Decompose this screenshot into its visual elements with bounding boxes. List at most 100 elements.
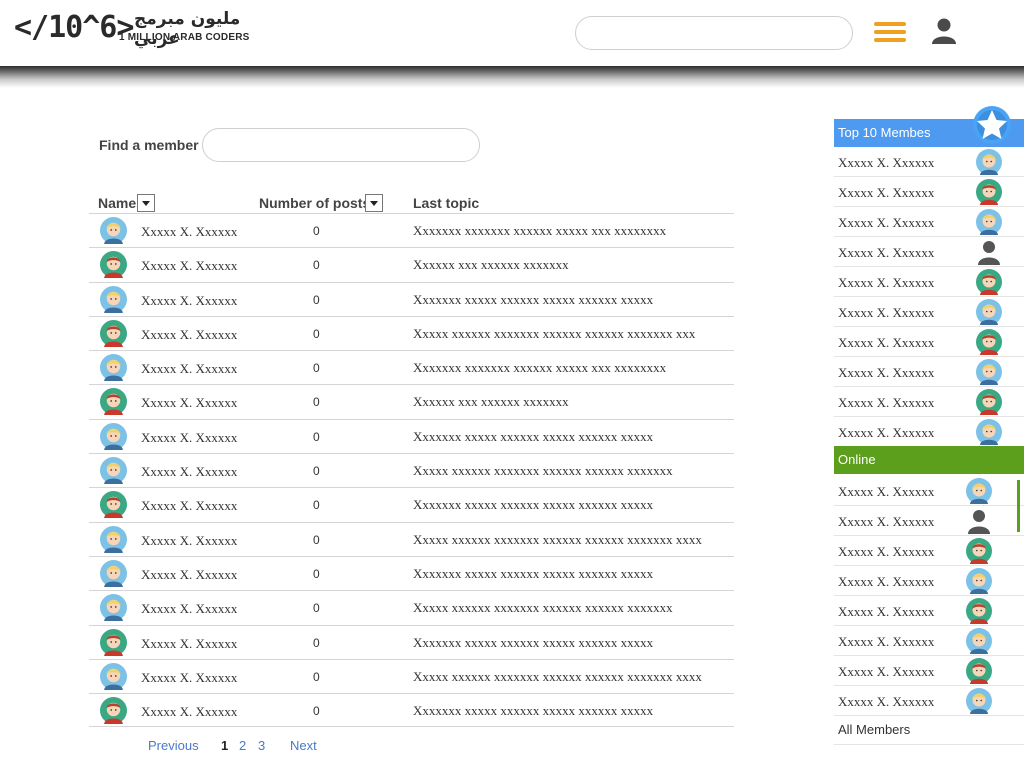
red-avatar-icon[interactable] [966,598,992,624]
sidebar-member-item[interactable]: Xxxxx X. Xxxxxx [834,476,1024,506]
sidebar-member-name[interactable]: Xxxxx X. Xxxxxx [838,215,934,231]
red-avatar-icon[interactable] [966,658,992,684]
sidebar-member-item[interactable]: Xxxxx X. Xxxxxx [834,506,1024,536]
sidebar-member-item[interactable]: Xxxxx X. Xxxxxx [834,686,1024,715]
member-name[interactable]: Xxxxx X. Xxxxxx [141,601,237,617]
table-row[interactable]: Xxxxx X. Xxxxxx 0 Xxxxxxx xxxxx xxxxxx x… [89,281,734,316]
blond-avatar-icon[interactable] [100,422,127,450]
table-row[interactable]: Xxxxx X. Xxxxxx 0 Xxxxx xxxxxx xxxxxxx x… [89,521,734,556]
last-topic-link[interactable]: Xxxxxx xxx xxxxxx xxxxxxx [413,257,569,273]
last-topic-link[interactable]: Xxxxxxx xxxxx xxxxxx xxxxx xxxxxx xxxxx [413,703,653,719]
sidebar-member-name[interactable]: Xxxxx X. Xxxxxx [838,395,934,411]
default-user-avatar-icon[interactable] [966,508,992,534]
sidebar-member-name[interactable]: Xxxxx X. Xxxxxx [838,335,934,351]
sidebar-member-item[interactable]: Xxxxx X. Xxxxxx [834,387,1024,417]
page-link-3[interactable]: 3 [258,738,265,753]
blond-avatar-icon[interactable] [100,217,127,244]
member-name[interactable]: Xxxxx X. Xxxxxx [141,704,237,720]
sidebar-member-item[interactable]: Xxxxx X. Xxxxxx [834,626,1024,656]
sidebar-member-item[interactable]: Xxxxx X. Xxxxxx [834,566,1024,596]
table-row[interactable]: Xxxxx X. Xxxxxx 0 Xxxxxxx xxxxx xxxxxx x… [89,418,734,453]
red-avatar-icon[interactable] [100,697,127,725]
last-topic-link[interactable]: Xxxxx xxxxxx xxxxxxx xxxxxx xxxxxx xxxxx… [413,463,673,479]
sort-posts-dropdown[interactable] [365,194,383,212]
member-name[interactable]: Xxxxx X. Xxxxxx [141,258,237,274]
table-row[interactable]: Xxxxx X. Xxxxxx 0 Xxxxxxx xxxxx xxxxxx x… [89,624,734,659]
sidebar-member-name[interactable]: Xxxxx X. Xxxxxx [838,544,934,560]
find-member-input[interactable] [202,128,480,162]
sidebar-member-name[interactable]: Xxxxx X. Xxxxxx [838,275,934,291]
member-name[interactable]: Xxxxx X. Xxxxxx [141,430,237,446]
member-name[interactable]: Xxxxx X. Xxxxxx [141,464,237,480]
member-name[interactable]: Xxxxx X. Xxxxxx [141,293,237,309]
table-row[interactable]: Xxxxx X. Xxxxxx 0 Xxxxxxx xxxxx xxxxxx x… [89,487,734,521]
sidebar-member-name[interactable]: Xxxxx X. Xxxxxx [838,574,934,590]
blond-avatar-icon[interactable] [976,419,1002,445]
red-avatar-icon[interactable] [966,538,992,564]
sidebar-member-name[interactable]: Xxxxx X. Xxxxxx [838,634,934,650]
red-avatar-icon[interactable] [976,389,1002,415]
sidebar-member-item[interactable]: Xxxxx X. Xxxxxx [834,596,1024,626]
sidebar-member-name[interactable]: Xxxxx X. Xxxxxx [838,305,934,321]
blond-avatar-icon[interactable] [100,354,127,382]
blond-avatar-icon[interactable] [100,457,127,485]
table-row[interactable]: Xxxxx X. Xxxxxx 0 Xxxxx xxxxxx xxxxxxx x… [89,590,734,624]
sidebar-member-item[interactable]: Xxxxx X. Xxxxxx [834,327,1024,357]
red-avatar-icon[interactable] [976,329,1002,355]
last-topic-link[interactable]: Xxxxxxx xxxxx xxxxxx xxxxx xxxxxx xxxxx [413,429,653,445]
sidebar-member-item[interactable]: Xxxxx X. Xxxxxx [834,357,1024,387]
member-name[interactable]: Xxxxx X. Xxxxxx [141,361,237,377]
table-row[interactable]: Xxxxx X. Xxxxxx 0 Xxxxxx xxx xxxxxx xxxx… [89,247,734,281]
red-avatar-icon[interactable] [100,628,127,656]
sidebar-member-name[interactable]: Xxxxx X. Xxxxxx [838,365,934,381]
blond-avatar-icon[interactable] [966,628,992,654]
blond-avatar-icon[interactable] [100,559,127,587]
sidebar-member-name[interactable]: Xxxxx X. Xxxxxx [838,245,934,261]
table-row[interactable]: Xxxxx X. Xxxxxx 0 Xxxxx xxxxxx xxxxxxx x… [89,315,734,350]
member-name[interactable]: Xxxxx X. Xxxxxx [141,567,237,583]
page-link-1[interactable]: 1 [221,738,228,753]
sidebar-member-name[interactable]: Xxxxx X. Xxxxxx [838,694,934,710]
red-avatar-icon[interactable] [100,251,127,279]
blond-avatar-icon[interactable] [976,209,1002,235]
last-topic-link[interactable]: Xxxxxxx xxxxxxx xxxxxx xxxxx xxx xxxxxxx… [413,360,666,376]
sidebar-member-name[interactable]: Xxxxx X. Xxxxxx [838,185,934,201]
table-row[interactable]: Xxxxx X. Xxxxxx 0 Xxxxxxx xxxxx xxxxxx x… [89,555,734,590]
blond-avatar-icon[interactable] [976,359,1002,385]
sidebar-member-item[interactable]: Xxxxx X. Xxxxxx [834,417,1024,447]
hamburger-menu-icon[interactable] [874,22,906,42]
table-row[interactable]: Xxxxx X. Xxxxxx 0 Xxxxxxx xxxxxxx xxxxxx… [89,213,734,247]
default-user-avatar-icon[interactable] [976,239,1002,265]
page-link-2[interactable]: 2 [239,738,246,753]
red-avatar-icon[interactable] [100,319,127,347]
sidebar-member-name[interactable]: Xxxxx X. Xxxxxx [838,484,934,500]
last-topic-link[interactable]: Xxxxxxx xxxxx xxxxxx xxxxx xxxxxx xxxxx [413,292,653,308]
blond-avatar-icon[interactable] [976,149,1002,175]
blond-avatar-icon[interactable] [966,688,992,714]
sidebar-member-name[interactable]: Xxxxx X. Xxxxxx [838,425,934,441]
red-avatar-icon[interactable] [976,269,1002,295]
last-topic-link[interactable]: Xxxxxxx xxxxx xxxxxx xxxxx xxxxxx xxxxx [413,566,653,582]
sidebar-member-name[interactable]: Xxxxx X. Xxxxxx [838,514,934,530]
sidebar-member-item[interactable]: Xxxxx X. Xxxxxx [834,207,1024,237]
last-topic-link[interactable]: Xxxxx xxxxxx xxxxxxx xxxxxx xxxxxx xxxxx… [413,326,695,342]
blond-avatar-icon[interactable] [100,285,127,313]
member-name[interactable]: Xxxxx X. Xxxxxx [141,636,237,652]
next-page-link[interactable]: Next [290,738,317,753]
member-name[interactable]: Xxxxx X. Xxxxxx [141,533,237,549]
previous-page-link[interactable]: Previous [148,738,199,753]
table-row[interactable]: Xxxxx X. Xxxxxx 0 Xxxxx xxxxxx xxxxxxx x… [89,453,734,487]
sidebar-member-name[interactable]: Xxxxx X. Xxxxxx [838,664,934,680]
blond-avatar-icon[interactable] [100,525,127,553]
last-topic-link[interactable]: Xxxxx xxxxxx xxxxxxx xxxxxx xxxxxx xxxxx… [413,600,673,616]
red-avatar-icon[interactable] [100,388,127,416]
site-logo[interactable]: </10^6> مليون مبرمج عربي 1 MILLION ARAB … [14,8,250,49]
sidebar-member-item[interactable]: Xxxxx X. Xxxxxx [834,177,1024,207]
member-name[interactable]: Xxxxx X. Xxxxxx [141,327,237,343]
sidebar-member-name[interactable]: Xxxxx X. Xxxxxx [838,155,934,171]
table-row[interactable]: Xxxxx X. Xxxxxx 0 Xxxxxxx xxxxx xxxxxx x… [89,693,734,728]
sort-name-dropdown[interactable] [137,194,155,212]
last-topic-link[interactable]: Xxxxx xxxxxx xxxxxxx xxxxxx xxxxxx xxxxx… [413,669,702,685]
sidebar-member-item[interactable]: Xxxxx X. Xxxxxx [834,656,1024,686]
sidebar-member-item[interactable]: Xxxxx X. Xxxxxx [834,267,1024,297]
